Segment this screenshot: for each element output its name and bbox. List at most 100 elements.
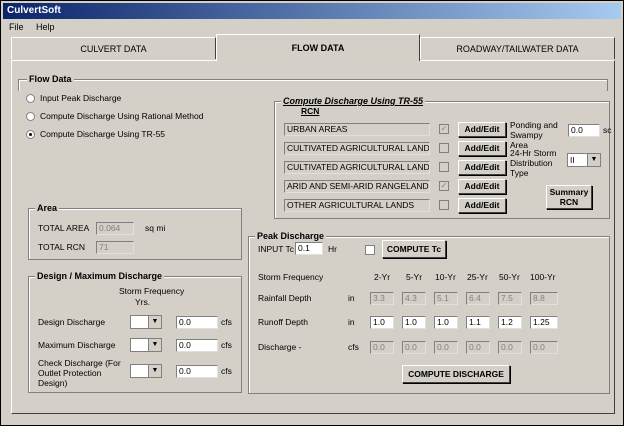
discharge-unit: cfs — [348, 342, 359, 352]
ponding-label: Ponding and Swampy Area — [510, 120, 558, 150]
design-yrs-label: Yrs. — [135, 297, 151, 307]
tr55-title: Compute Discharge Using TR-55 — [281, 96, 426, 106]
tab-flow-data[interactable]: FLOW DATA — [216, 34, 420, 61]
rcn-row-arid[interactable]: ARID AND SEMI-ARID RANGELANDS — [284, 180, 430, 193]
design-discharge-unit: cfs — [221, 317, 232, 327]
total-area-field: 0.064 — [96, 222, 134, 235]
rainfall-100yr: 8.8 — [530, 292, 558, 305]
check-discharge-input[interactable]: 0.0 — [176, 365, 218, 378]
add-edit-cultivated-a-button[interactable]: Add/Edit — [458, 141, 506, 156]
rcn-check-cultivated-a[interactable] — [439, 143, 449, 153]
menu-help[interactable]: Help — [36, 22, 55, 32]
total-area-label: TOTAL AREA — [38, 223, 90, 233]
design-discharge-label: Design Discharge — [38, 317, 106, 327]
ponding-unit: sc — [603, 125, 612, 135]
add-edit-cultivated-b-button[interactable]: Add/Edit — [458, 160, 506, 175]
rcn-row-urban[interactable]: URBAN AREAS — [284, 123, 430, 136]
runoff-50yr[interactable]: 1.2 — [498, 316, 522, 329]
radio-label-tr55: Compute Discharge Using TR-55 — [40, 129, 166, 139]
design-storm-frequency-label: Storm Frequency — [119, 286, 185, 296]
radio-label-input-peak: Input Peak Discharge — [40, 93, 122, 103]
peak-title: Peak Discharge — [255, 231, 327, 241]
rainfall-5yr: 4.3 — [402, 292, 426, 305]
rcn-row-cultivated-a[interactable]: CULTIVATED AGRICULTURAL LANDS-(A) — [284, 142, 430, 155]
design-discharge-freq-select[interactable]: ▼ — [130, 315, 162, 329]
rainfall-2yr: 3.3 — [370, 292, 394, 305]
flow-data-title: Flow Data — [27, 74, 74, 84]
chevron-down-icon: ▼ — [587, 154, 600, 166]
year-25: 25-Yr — [467, 272, 488, 282]
discharge-label: Discharge - — [258, 342, 302, 352]
rcn-row-other-agri[interactable]: OTHER AGRICULTURAL LANDS — [284, 199, 430, 212]
ponding-input[interactable]: 0.0 — [568, 124, 600, 137]
discharge-10yr: 0.0 — [434, 341, 458, 354]
year-10: 10-Yr — [435, 272, 456, 282]
discharge-100yr: 0.0 — [530, 341, 558, 354]
runoff-depth-unit: in — [348, 317, 355, 327]
total-area-unit: sq mi — [145, 223, 166, 233]
chevron-down-icon: ▼ — [148, 316, 161, 328]
radio-tr55[interactable] — [26, 130, 35, 139]
rcn-check-arid[interactable]: ✓ — [439, 181, 449, 191]
design-title: Design / Maximum Discharge — [35, 271, 165, 281]
tab-roadway-tailwater-data[interactable]: ROADWAY/TAILWATER DATA — [420, 37, 615, 59]
menu-file[interactable]: File — [9, 22, 24, 32]
year-5: 5-Yr — [406, 272, 423, 282]
area-title: Area — [35, 203, 60, 213]
add-edit-other-agri-button[interactable]: Add/Edit — [458, 198, 506, 213]
title-bar: CulvertSoft — [3, 3, 621, 19]
discharge-50yr: 0.0 — [498, 341, 522, 354]
rainfall-depth-label: Rainfall Depth — [258, 293, 312, 303]
rcn-row-cultivated-b[interactable]: CULTIVATED AGRICULTURAL LANDS-(B) — [284, 161, 430, 174]
rainfall-50yr: 7.5 — [498, 292, 522, 305]
discharge-2yr: 0.0 — [370, 341, 394, 354]
storm-frequency-label: Storm Frequency — [258, 272, 324, 282]
runoff-2yr[interactable]: 1.0 — [370, 316, 394, 329]
maximum-discharge-freq-select[interactable]: ▼ — [130, 338, 162, 352]
storm-type-value: II — [570, 155, 575, 165]
rcn-label: RCN — [301, 106, 320, 116]
maximum-discharge-label: Maximum Discharge — [38, 340, 116, 350]
input-tc-unit: Hr — [328, 244, 337, 254]
storm-type-select[interactable]: II ▼ — [567, 153, 601, 167]
runoff-depth-label: Runoff Depth — [258, 317, 308, 327]
rainfall-25yr: 6.4 — [466, 292, 490, 305]
compute-tc-button[interactable]: COMPUTE Tc — [382, 240, 446, 258]
discharge-25yr: 0.0 — [466, 341, 490, 354]
input-tc-label: INPUT Tc — [258, 244, 295, 254]
rainfall-depth-unit: in — [348, 293, 355, 303]
input-tc-field[interactable]: 0.1 — [295, 242, 323, 255]
total-rcn-label: TOTAL RCN — [38, 242, 86, 252]
summary-rcn-button[interactable]: Summary RCN — [546, 185, 592, 209]
chevron-down-icon: ▼ — [148, 339, 161, 351]
runoff-25yr[interactable]: 1.1 — [466, 316, 490, 329]
total-rcn-field: 71 — [96, 241, 134, 254]
rcn-check-cultivated-b[interactable] — [439, 162, 449, 172]
year-50: 50-Yr — [499, 272, 520, 282]
runoff-10yr[interactable]: 1.0 — [434, 316, 458, 329]
tab-culvert-data[interactable]: CULVERT DATA — [11, 37, 216, 59]
rainfall-10yr: 5.1 — [434, 292, 458, 305]
storm-type-label: 24-Hr Storm Distribution Type — [510, 148, 557, 178]
add-edit-urban-button[interactable]: Add/Edit — [458, 122, 506, 137]
design-discharge-input[interactable]: 0.0 — [176, 316, 218, 329]
area-group: Area — [28, 203, 242, 260]
rcn-check-other-agri[interactable] — [439, 200, 449, 210]
compute-discharge-button[interactable]: COMPUTE DISCHARGE — [402, 365, 510, 383]
menu-bar: File Help — [3, 20, 621, 34]
check-discharge-freq-select[interactable]: ▼ — [130, 364, 162, 378]
app-window: CulvertSoft File Help CULVERT DATA FLOW … — [0, 0, 624, 426]
check-discharge-unit: cfs — [221, 366, 232, 376]
radio-input-peak-discharge[interactable] — [26, 94, 35, 103]
rcn-check-urban[interactable]: ✓ — [439, 124, 449, 134]
maximum-discharge-input[interactable]: 0.0 — [176, 339, 218, 352]
compute-tc-checkbox[interactable] — [365, 245, 375, 255]
year-100: 100-Yr — [530, 272, 556, 282]
check-discharge-label: Check Discharge (For Outlet Protection D… — [38, 358, 121, 388]
runoff-5yr[interactable]: 1.0 — [402, 316, 426, 329]
radio-rational-method[interactable] — [26, 112, 35, 121]
runoff-100yr[interactable]: 1.25 — [530, 316, 558, 329]
maximum-discharge-unit: cfs — [221, 340, 232, 350]
chevron-down-icon: ▼ — [148, 365, 161, 377]
add-edit-arid-button[interactable]: Add/Edit — [458, 179, 506, 194]
